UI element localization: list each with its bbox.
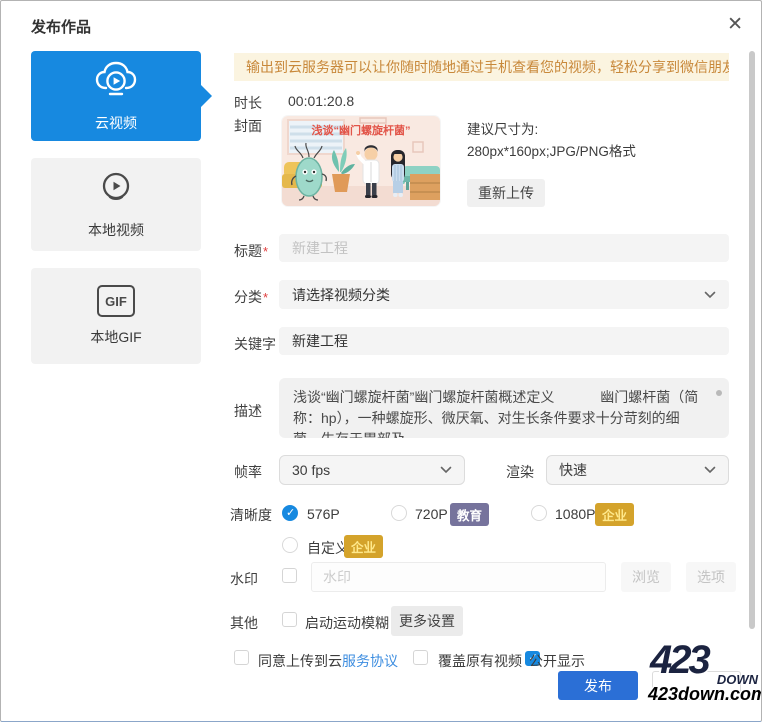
chevron-down-icon <box>440 466 452 474</box>
agree-checkbox[interactable] <box>234 650 249 665</box>
clarity-label: 清晰度 <box>230 507 272 523</box>
watermark-label: 水印 <box>230 571 258 587</box>
motion-blur-label: 启动运动模糊 <box>305 615 389 631</box>
radio-576p[interactable] <box>282 505 298 521</box>
radio-1080p-label: 1080P <box>555 506 596 522</box>
required-mark: * <box>263 290 269 305</box>
gif-icon: GIF <box>97 285 135 317</box>
cover-hint-line2: 280px*160px;JPG/PNG格式 <box>467 144 636 159</box>
required-mark: * <box>263 244 269 259</box>
category-value: 请选择视频分类 <box>292 286 390 303</box>
enterprise-badge: 企业 <box>344 535 384 558</box>
framerate-value: 30 fps <box>292 462 331 478</box>
cover-illustration: 浅谈“幽门螺旋杆菌” <box>282 116 440 206</box>
radio-custom[interactable] <box>282 537 298 553</box>
other-label: 其他 <box>230 615 258 631</box>
render-value: 快速 <box>559 462 587 478</box>
sidebar-item-local-gif[interactable]: GIF 本地GIF <box>31 268 201 364</box>
browse-button[interactable]: 浏览 <box>621 562 671 592</box>
title-placeholder: 新建工程 <box>292 240 348 256</box>
sidebar-item-label: 本地GIF <box>90 329 142 345</box>
description-textarea[interactable]: 浅谈“幽门螺旋杆菌”幽门螺旋杆菌概述定义 幽门螺杆菌（简称：hp），一种螺旋形、… <box>279 378 729 438</box>
dialog-scrollbar[interactable] <box>749 51 755 629</box>
description-label: 描述 <box>234 403 262 419</box>
watermark-checkbox[interactable] <box>282 568 297 583</box>
reupload-button[interactable]: 重新上传 <box>467 179 545 207</box>
radio-720p[interactable] <box>391 505 407 521</box>
duration-label: 时长 <box>234 95 262 111</box>
more-settings-button[interactable]: 更多设置 <box>391 606 463 636</box>
render-label: 渲染 <box>506 464 534 480</box>
watermark-placeholder: 水印 <box>323 569 351 585</box>
category-select[interactable]: 请选择视频分类 <box>279 280 729 309</box>
title-label: 标题* <box>234 243 269 259</box>
enterprise-badge: 企业 <box>595 503 635 526</box>
radio-1080p[interactable] <box>531 505 547 521</box>
keywords-label: 关键字 <box>234 336 276 352</box>
sidebar-item-label: 云视频 <box>95 114 137 131</box>
sidebar-item-label: 本地视频 <box>88 222 144 238</box>
public-label: 公开显示 <box>529 653 585 669</box>
keywords-input[interactable]: 新建工程 <box>279 327 729 355</box>
secondary-button[interactable] <box>652 671 741 700</box>
close-icon[interactable]: ✕ <box>727 15 743 34</box>
publish-dialog: 发布作品 ✕ 云视频 本地视频 GIF 本地GIF 输出到云服务器可以让你随时随… <box>0 0 762 722</box>
duration-value: 00:01:20.8 <box>288 93 355 109</box>
education-badge: 教育 <box>450 503 490 526</box>
sidebar-item-local-video[interactable]: 本地视频 <box>31 158 201 251</box>
textarea-scrollbar-thumb[interactable] <box>716 390 722 396</box>
overwrite-checkbox[interactable] <box>413 650 428 665</box>
cover-hint-line1: 建议尺寸为: <box>467 122 539 137</box>
chevron-down-icon <box>704 291 716 299</box>
render-select[interactable]: 快速 <box>546 455 729 485</box>
category-label: 分类* <box>234 289 269 305</box>
service-agreement-link[interactable]: 服务协议 <box>342 651 398 671</box>
radio-custom-label: 自定义 <box>307 540 349 556</box>
title-input[interactable]: 新建工程 <box>279 234 729 262</box>
watermark-input[interactable]: 水印 <box>311 562 606 592</box>
overwrite-label: 覆盖原有视频 <box>438 653 522 669</box>
radio-576p-label: 576P <box>307 506 340 522</box>
motion-blur-checkbox[interactable] <box>282 612 297 627</box>
cover-label: 封面 <box>234 118 262 134</box>
radio-720p-label: 720P <box>415 506 448 522</box>
selected-arrow <box>201 85 212 107</box>
chevron-down-icon <box>704 466 716 474</box>
description-value: 浅谈“幽门螺旋杆菌”幽门螺旋杆菌概述定义 幽门螺杆菌（简称：hp），一种螺旋形、… <box>293 389 699 438</box>
cloud-play-icon <box>94 60 138 103</box>
dialog-title: 发布作品 <box>31 19 92 36</box>
cover-title-text: 浅谈“幽门螺旋杆菌” <box>312 123 411 137</box>
cover-thumbnail[interactable]: 浅谈“幽门螺旋杆菌” <box>282 116 440 206</box>
options-button[interactable]: 选项 <box>686 562 736 592</box>
framerate-label: 帧率 <box>234 464 262 480</box>
play-circle-icon <box>97 169 135 210</box>
keywords-value: 新建工程 <box>292 333 348 349</box>
framerate-select[interactable]: 30 fps <box>279 455 465 485</box>
publish-button[interactable]: 发布 <box>558 671 638 700</box>
cloud-upload-banner: 输出到云服务器可以让你随时随地通过手机查看您的视频，轻松分享到微信朋友圈 <box>234 53 729 81</box>
agree-label: 同意上传到云 <box>258 653 342 669</box>
sidebar-item-cloud-video[interactable]: 云视频 <box>31 51 212 141</box>
